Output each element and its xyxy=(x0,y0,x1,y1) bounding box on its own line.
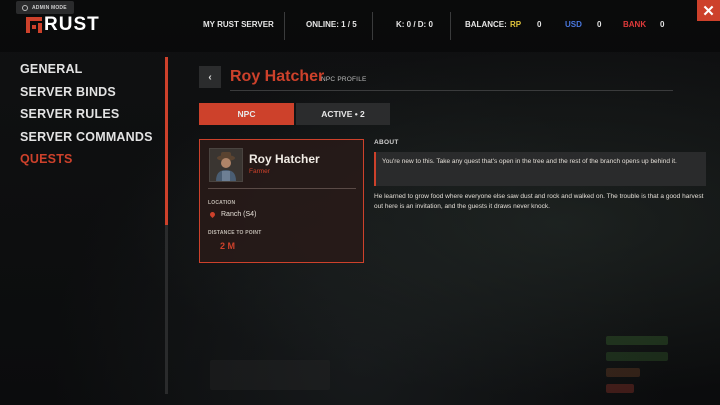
divider xyxy=(372,12,373,40)
balance-label: BALANCE: xyxy=(465,20,507,29)
farmer-portrait-icon xyxy=(209,148,243,182)
online-count: ONLINE: 1 / 5 xyxy=(306,20,357,29)
bank-value: 0 xyxy=(660,20,665,29)
npc-subtitle: NPC PROFILE xyxy=(321,76,367,83)
distance-label: DISTANCE TO POINT xyxy=(208,230,262,236)
about-note-text: You're new to this. Take any quest that'… xyxy=(382,158,677,165)
about-heading: ABOUT xyxy=(374,139,399,146)
nav-scrollbar-thumb[interactable] xyxy=(165,57,168,225)
top-bar xyxy=(0,0,720,52)
npc-role: Farmer xyxy=(249,168,270,175)
nav-item-quests[interactable]: QUESTS xyxy=(20,151,153,174)
nav-item-general[interactable]: GENERAL xyxy=(20,61,153,84)
usd-value: 0 xyxy=(597,20,602,29)
about-note: You're new to this. Take any quest that'… xyxy=(374,152,706,186)
location-value: Ranch (S4) xyxy=(221,211,257,218)
bank-label: BANK xyxy=(623,20,647,29)
gear-icon xyxy=(22,4,28,11)
nav-item-server-binds[interactable]: SERVER BINDS xyxy=(20,84,153,107)
divider xyxy=(284,12,285,40)
admin-mode-label: ADMIN MODE xyxy=(32,4,67,11)
distance-value: 2 M xyxy=(220,241,236,251)
npc-name: Roy Hatcher xyxy=(249,152,320,166)
nav-item-server-commands[interactable]: SERVER COMMANDS xyxy=(20,129,153,152)
divider xyxy=(450,12,451,40)
tab-active-quests[interactable]: ACTIVE • 2 xyxy=(296,103,390,125)
header-divider xyxy=(230,90,673,91)
chevron-left-icon: ‹ xyxy=(208,71,212,83)
rp-value: 0 xyxy=(537,20,542,29)
location-row: Ranch (S4) xyxy=(208,210,257,219)
tab-npc[interactable]: NPC xyxy=(199,103,294,125)
kill-death-stat: K: 0 / D: 0 xyxy=(396,20,433,29)
npc-profile-card: Roy Hatcher Farmer LOCATION Ranch (S4) D… xyxy=(199,139,364,263)
close-icon: ✕ xyxy=(702,2,715,20)
admin-mode-badge[interactable]: ADMIN MODE xyxy=(16,1,74,14)
card-divider xyxy=(208,188,356,189)
close-button[interactable]: ✕ xyxy=(697,0,720,21)
about-description: He learned to grow food where everyone e… xyxy=(374,193,704,210)
back-button[interactable]: ‹ xyxy=(199,66,221,88)
sidebar-nav: GENERAL SERVER BINDS SERVER RULES SERVER… xyxy=(20,61,153,174)
rust-logo: RUST xyxy=(26,15,100,34)
nav-item-server-rules[interactable]: SERVER RULES xyxy=(20,106,153,129)
usd-label: USD xyxy=(565,20,582,29)
rust-logo-icon xyxy=(26,16,42,33)
location-label: LOCATION xyxy=(208,200,236,206)
server-name: MY RUST SERVER xyxy=(203,20,274,29)
location-pin-icon xyxy=(208,210,217,219)
npc-title: Roy Hatcher xyxy=(230,68,325,85)
rp-label: RP xyxy=(510,20,522,29)
logo-text: RUST xyxy=(44,14,100,35)
